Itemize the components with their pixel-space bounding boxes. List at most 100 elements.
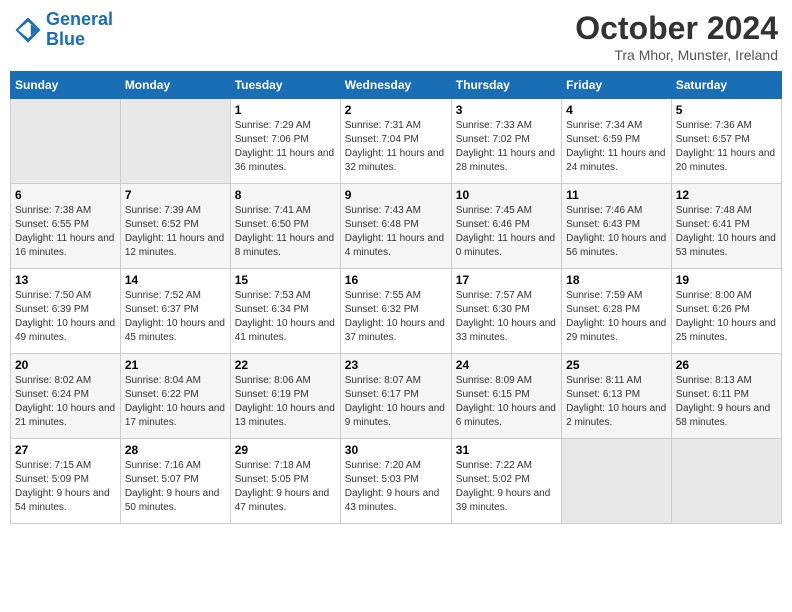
calendar-week-4: 20 Sunrise: 8:02 AMSunset: 6:24 PMDaylig… [11, 354, 782, 439]
calendar-cell: 4 Sunrise: 7:34 AMSunset: 6:59 PMDayligh… [562, 99, 672, 184]
logo: General Blue [14, 10, 113, 50]
header-sunday: Sunday [11, 72, 121, 99]
day-number: 24 [456, 358, 557, 372]
day-detail: Sunrise: 7:18 AMSunset: 5:05 PMDaylight:… [235, 459, 336, 515]
calendar-week-3: 13 Sunrise: 7:50 AMSunset: 6:39 PMDaylig… [11, 269, 782, 354]
calendar-cell: 20 Sunrise: 8:02 AMSunset: 6:24 PMDaylig… [11, 354, 121, 439]
day-detail: Sunrise: 7:50 AMSunset: 6:39 PMDaylight:… [15, 289, 116, 345]
day-number: 15 [235, 273, 336, 287]
header-saturday: Saturday [671, 72, 781, 99]
calendar-cell: 1 Sunrise: 7:29 AMSunset: 7:06 PMDayligh… [230, 99, 340, 184]
calendar-cell: 28 Sunrise: 7:16 AMSunset: 5:07 PMDaylig… [120, 439, 230, 524]
day-detail: Sunrise: 7:52 AMSunset: 6:37 PMDaylight:… [125, 289, 226, 345]
day-number: 9 [345, 188, 447, 202]
day-number: 7 [125, 188, 226, 202]
calendar-cell: 13 Sunrise: 7:50 AMSunset: 6:39 PMDaylig… [11, 269, 121, 354]
calendar-cell: 5 Sunrise: 7:36 AMSunset: 6:57 PMDayligh… [671, 99, 781, 184]
day-number: 30 [345, 443, 447, 457]
day-number: 27 [15, 443, 116, 457]
calendar-cell: 18 Sunrise: 7:59 AMSunset: 6:28 PMDaylig… [562, 269, 672, 354]
header-monday: Monday [120, 72, 230, 99]
day-number: 17 [456, 273, 557, 287]
day-number: 8 [235, 188, 336, 202]
day-detail: Sunrise: 7:45 AMSunset: 6:46 PMDaylight:… [456, 204, 557, 260]
day-detail: Sunrise: 7:53 AMSunset: 6:34 PMDaylight:… [235, 289, 336, 345]
calendar-cell: 2 Sunrise: 7:31 AMSunset: 7:04 PMDayligh… [340, 99, 451, 184]
location-subtitle: Tra Mhor, Munster, Ireland [575, 47, 778, 63]
calendar-cell: 29 Sunrise: 7:18 AMSunset: 5:05 PMDaylig… [230, 439, 340, 524]
day-number: 1 [235, 103, 336, 117]
header-wednesday: Wednesday [340, 72, 451, 99]
day-detail: Sunrise: 7:33 AMSunset: 7:02 PMDaylight:… [456, 119, 557, 175]
day-number: 2 [345, 103, 447, 117]
logo-icon [14, 16, 42, 44]
calendar-cell: 16 Sunrise: 7:55 AMSunset: 6:32 PMDaylig… [340, 269, 451, 354]
day-number: 10 [456, 188, 557, 202]
day-number: 26 [676, 358, 777, 372]
day-number: 13 [15, 273, 116, 287]
day-detail: Sunrise: 8:07 AMSunset: 6:17 PMDaylight:… [345, 374, 447, 430]
calendar-cell: 12 Sunrise: 7:48 AMSunset: 6:41 PMDaylig… [671, 184, 781, 269]
day-detail: Sunrise: 8:00 AMSunset: 6:26 PMDaylight:… [676, 289, 777, 345]
day-detail: Sunrise: 7:59 AMSunset: 6:28 PMDaylight:… [566, 289, 667, 345]
day-number: 6 [15, 188, 116, 202]
page-header: General Blue October 2024 Tra Mhor, Muns… [10, 10, 782, 63]
calendar-cell: 19 Sunrise: 8:00 AMSunset: 6:26 PMDaylig… [671, 269, 781, 354]
day-number: 20 [15, 358, 116, 372]
day-detail: Sunrise: 8:09 AMSunset: 6:15 PMDaylight:… [456, 374, 557, 430]
day-detail: Sunrise: 7:55 AMSunset: 6:32 PMDaylight:… [345, 289, 447, 345]
day-number: 31 [456, 443, 557, 457]
day-detail: Sunrise: 8:06 AMSunset: 6:19 PMDaylight:… [235, 374, 336, 430]
calendar-header-row: Sunday Monday Tuesday Wednesday Thursday… [11, 72, 782, 99]
calendar-cell [671, 439, 781, 524]
day-number: 29 [235, 443, 336, 457]
day-detail: Sunrise: 7:16 AMSunset: 5:07 PMDaylight:… [125, 459, 226, 515]
calendar-cell: 22 Sunrise: 8:06 AMSunset: 6:19 PMDaylig… [230, 354, 340, 439]
calendar-cell: 14 Sunrise: 7:52 AMSunset: 6:37 PMDaylig… [120, 269, 230, 354]
day-number: 18 [566, 273, 667, 287]
day-detail: Sunrise: 7:57 AMSunset: 6:30 PMDaylight:… [456, 289, 557, 345]
day-detail: Sunrise: 8:04 AMSunset: 6:22 PMDaylight:… [125, 374, 226, 430]
day-detail: Sunrise: 7:38 AMSunset: 6:55 PMDaylight:… [15, 204, 116, 260]
header-friday: Friday [562, 72, 672, 99]
day-number: 16 [345, 273, 447, 287]
day-detail: Sunrise: 8:02 AMSunset: 6:24 PMDaylight:… [15, 374, 116, 430]
logo-line1: General [46, 9, 113, 29]
day-detail: Sunrise: 8:11 AMSunset: 6:13 PMDaylight:… [566, 374, 667, 430]
calendar-cell: 3 Sunrise: 7:33 AMSunset: 7:02 PMDayligh… [451, 99, 561, 184]
day-number: 14 [125, 273, 226, 287]
day-number: 3 [456, 103, 557, 117]
calendar-table: Sunday Monday Tuesday Wednesday Thursday… [10, 71, 782, 524]
calendar-cell: 9 Sunrise: 7:43 AMSunset: 6:48 PMDayligh… [340, 184, 451, 269]
day-detail: Sunrise: 7:34 AMSunset: 6:59 PMDaylight:… [566, 119, 667, 175]
calendar-week-5: 27 Sunrise: 7:15 AMSunset: 5:09 PMDaylig… [11, 439, 782, 524]
calendar-cell: 21 Sunrise: 8:04 AMSunset: 6:22 PMDaylig… [120, 354, 230, 439]
day-number: 21 [125, 358, 226, 372]
day-number: 25 [566, 358, 667, 372]
calendar-cell [120, 99, 230, 184]
calendar-cell: 6 Sunrise: 7:38 AMSunset: 6:55 PMDayligh… [11, 184, 121, 269]
day-number: 22 [235, 358, 336, 372]
day-detail: Sunrise: 7:39 AMSunset: 6:52 PMDaylight:… [125, 204, 226, 260]
calendar-cell: 30 Sunrise: 7:20 AMSunset: 5:03 PMDaylig… [340, 439, 451, 524]
calendar-cell: 23 Sunrise: 8:07 AMSunset: 6:17 PMDaylig… [340, 354, 451, 439]
day-number: 23 [345, 358, 447, 372]
day-detail: Sunrise: 7:36 AMSunset: 6:57 PMDaylight:… [676, 119, 777, 175]
calendar-week-2: 6 Sunrise: 7:38 AMSunset: 6:55 PMDayligh… [11, 184, 782, 269]
day-detail: Sunrise: 7:41 AMSunset: 6:50 PMDaylight:… [235, 204, 336, 260]
calendar-cell: 10 Sunrise: 7:45 AMSunset: 6:46 PMDaylig… [451, 184, 561, 269]
calendar-cell: 15 Sunrise: 7:53 AMSunset: 6:34 PMDaylig… [230, 269, 340, 354]
day-detail: Sunrise: 7:31 AMSunset: 7:04 PMDaylight:… [345, 119, 447, 175]
calendar-cell [562, 439, 672, 524]
calendar-cell: 31 Sunrise: 7:22 AMSunset: 5:02 PMDaylig… [451, 439, 561, 524]
day-number: 4 [566, 103, 667, 117]
day-number: 28 [125, 443, 226, 457]
calendar-cell: 7 Sunrise: 7:39 AMSunset: 6:52 PMDayligh… [120, 184, 230, 269]
logo-text: General Blue [46, 10, 113, 50]
logo-line2: Blue [46, 29, 85, 49]
day-detail: Sunrise: 7:43 AMSunset: 6:48 PMDaylight:… [345, 204, 447, 260]
calendar-cell: 25 Sunrise: 8:11 AMSunset: 6:13 PMDaylig… [562, 354, 672, 439]
day-detail: Sunrise: 7:20 AMSunset: 5:03 PMDaylight:… [345, 459, 447, 515]
day-detail: Sunrise: 8:13 AMSunset: 6:11 PMDaylight:… [676, 374, 777, 430]
calendar-cell [11, 99, 121, 184]
